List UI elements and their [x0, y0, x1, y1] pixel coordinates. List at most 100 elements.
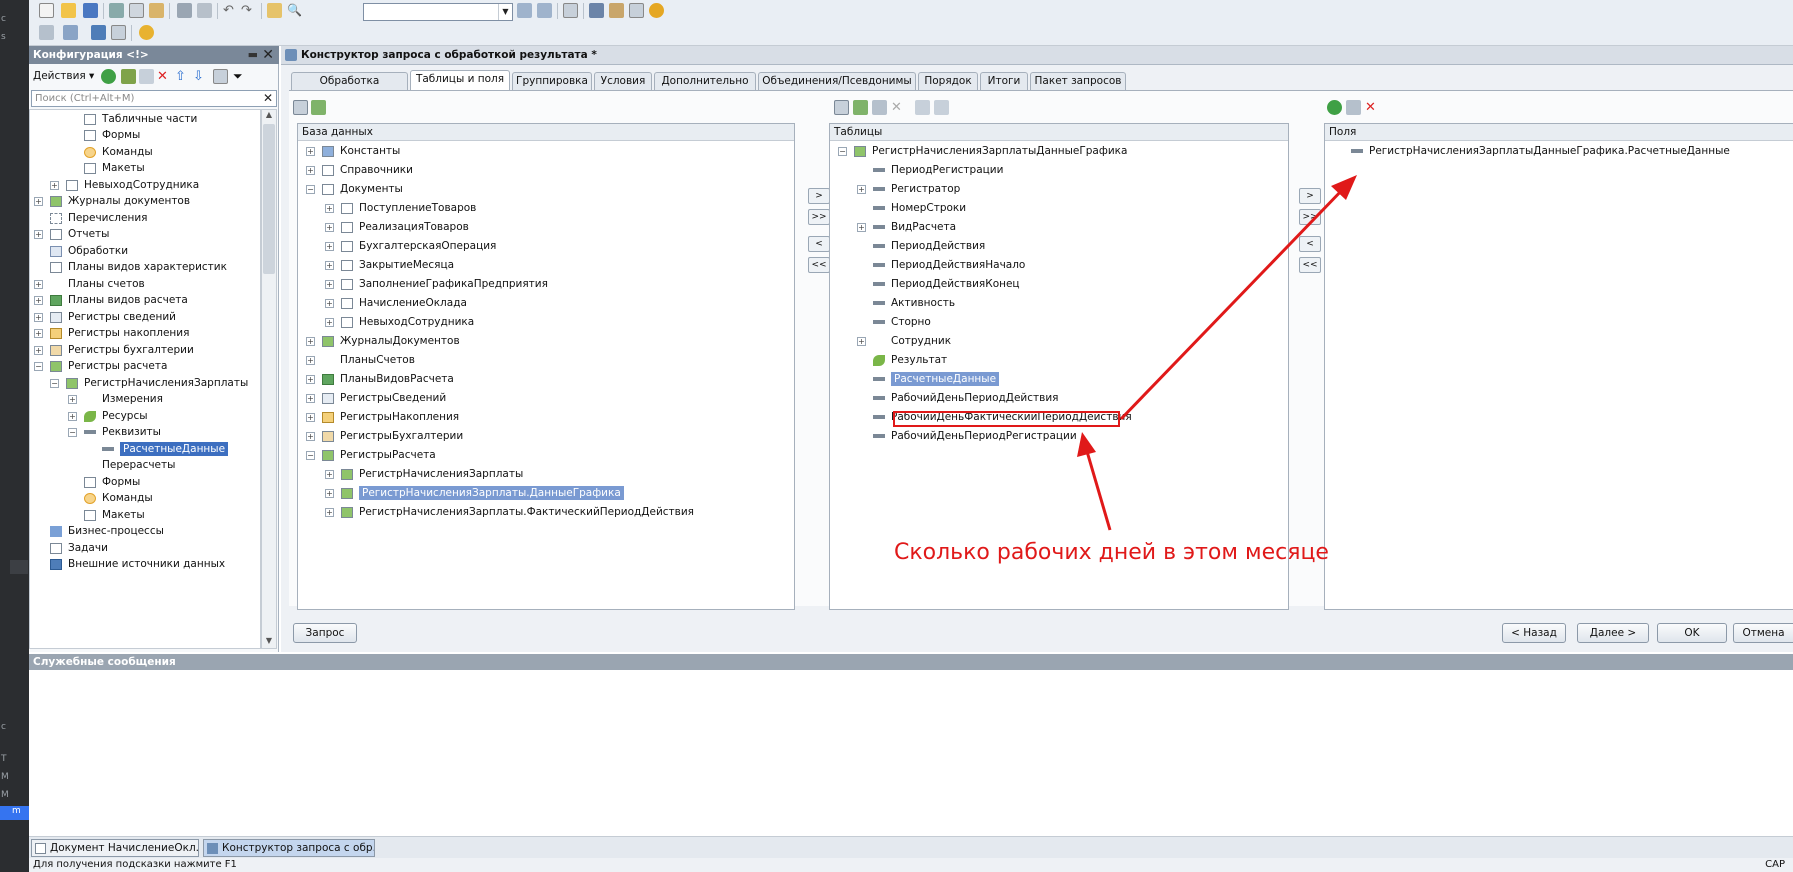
expand-icon[interactable]: + [34, 346, 43, 355]
undo-icon[interactable]: ↶ [223, 3, 238, 18]
db-tree-item[interactable]: + РегистрНачисленияЗарплаты.ДанныеГрафика [325, 484, 624, 503]
refresh-icon[interactable] [311, 100, 326, 115]
collapse-icon[interactable]: − [68, 428, 77, 437]
collapse-icon[interactable]: − [306, 185, 315, 194]
search-icon[interactable]: 🔍 [287, 3, 302, 18]
report-icon[interactable] [111, 25, 126, 40]
add-table-icon[interactable] [834, 100, 849, 115]
db-tree-item[interactable]: + ЗакрытиеМесяца [325, 256, 454, 275]
preview-icon[interactable] [197, 3, 212, 18]
expand-icon[interactable]: + [857, 185, 866, 194]
info-icon[interactable] [649, 3, 664, 18]
table-field-item[interactable]: ПериодДействияКонец [873, 275, 1020, 294]
expand-icon[interactable]: + [325, 318, 334, 327]
table-field-item[interactable]: Активность [873, 294, 955, 313]
open-table-icon[interactable] [293, 100, 308, 115]
table-field-item[interactable]: Результат [873, 351, 947, 370]
expand-icon[interactable]: + [306, 375, 315, 384]
copy-icon[interactable] [129, 3, 144, 18]
move-all-right-button[interactable]: >> [808, 209, 830, 225]
print-icon[interactable] [177, 3, 192, 18]
expand-icon[interactable]: + [857, 223, 866, 232]
expand-icon[interactable]: + [34, 280, 43, 289]
tree-item[interactable]: Внешние источники данных [50, 555, 225, 574]
tab-advanced[interactable]: Дополнительно [654, 72, 756, 90]
next-button[interactable]: Далее > [1577, 623, 1649, 643]
expand-icon[interactable]: + [306, 356, 315, 365]
expand-icon[interactable]: + [306, 166, 315, 175]
db-tree-item[interactable]: + БухгалтерскаяОперация [325, 237, 496, 256]
ok-button[interactable]: OK [1657, 623, 1727, 643]
collapse-icon[interactable]: − [306, 451, 315, 460]
move-up-icon[interactable]: ⇧ [175, 69, 190, 84]
search-input[interactable]: Поиск (Ctrl+Alt+M) ✕ [31, 90, 277, 107]
table-field-item[interactable]: РасчетныеДанные [873, 370, 1000, 389]
table-field-item[interactable]: ПериодРегистрации [873, 161, 1003, 180]
delete-icon[interactable]: ✕ [891, 100, 906, 115]
db-tree-item[interactable]: + РегистрыНакопления [306, 408, 459, 427]
expand-icon[interactable]: + [325, 280, 334, 289]
back-button[interactable]: < Назад [1502, 623, 1566, 643]
add-nested-query-icon[interactable] [853, 100, 868, 115]
expand-icon[interactable]: + [325, 204, 334, 213]
tab-totals[interactable]: Итоги [980, 72, 1028, 90]
move-all-left-button[interactable]: << [808, 257, 830, 273]
db-tree-item[interactable]: + ЖурналыДокументов [306, 332, 460, 351]
edit-icon[interactable] [1346, 100, 1361, 115]
db-tree-item[interactable]: + РегистрыСведений [306, 389, 446, 408]
db-tree-item[interactable]: + ПланыСчетов [306, 351, 415, 370]
expand-icon[interactable]: + [306, 432, 315, 441]
expand-icon[interactable]: + [34, 313, 43, 322]
tab-order[interactable]: Порядок [918, 72, 978, 90]
table-field-item[interactable]: РабочийДеньПериодРегистрации [873, 427, 1077, 446]
expand-icon[interactable]: + [306, 147, 315, 156]
expand-icon[interactable]: + [34, 230, 43, 239]
db-tree-item[interactable]: + РегистрНачисленияЗарплаты [325, 465, 523, 484]
task-document[interactable]: Документ НачислениеОкл... [31, 839, 199, 857]
tab-grouping[interactable]: Группировка [512, 72, 592, 90]
copy-icon[interactable] [139, 69, 154, 84]
filter-icon[interactable]: ⏷ [233, 69, 248, 84]
pin-icon[interactable]: ▬ [248, 46, 258, 64]
collapse-icon[interactable]: − [50, 379, 59, 388]
expand-icon[interactable]: + [325, 508, 334, 517]
edit-icon[interactable] [121, 69, 136, 84]
scroll-down-icon[interactable]: ▼ [263, 636, 275, 648]
db-tree-item[interactable]: + ЗаполнениеГрафикаПредприятия [325, 275, 548, 294]
expand-icon[interactable]: + [325, 223, 334, 232]
expand-icon[interactable]: + [68, 412, 77, 421]
move-right-button[interactable]: > [1299, 188, 1321, 204]
db-tree-item[interactable]: + РеализацияТоваров [325, 218, 469, 237]
calc-icon[interactable] [629, 3, 644, 18]
collapse-icon[interactable]: − [34, 362, 43, 371]
find-prev-icon[interactable] [537, 3, 552, 18]
save-icon[interactable] [83, 3, 98, 18]
search-combo-input[interactable]: ▼ [363, 3, 513, 21]
scroll-thumb[interactable] [263, 124, 275, 274]
expand-icon[interactable]: + [325, 489, 334, 498]
replace-table-icon[interactable] [915, 100, 930, 115]
collapse-icon[interactable]: − [838, 147, 847, 156]
tab-result-processing[interactable]: Обработка результата [291, 72, 408, 104]
find-in-file-icon[interactable] [267, 3, 282, 18]
table-field-item[interactable]: РабочийДеньПериодДействия [873, 389, 1058, 408]
table-field-item[interactable]: НомерСтроки [873, 199, 966, 218]
db-tree-item[interactable]: + Константы [306, 142, 400, 161]
table-field-item[interactable]: + ВидРасчета [857, 218, 956, 237]
move-all-right-button[interactable]: >> [1299, 209, 1321, 225]
expand-icon[interactable]: + [34, 329, 43, 338]
expand-icon[interactable]: + [50, 181, 59, 190]
expand-icon[interactable]: + [34, 296, 43, 305]
find-next-icon[interactable] [517, 3, 532, 18]
tree-scrollbar[interactable]: ▲ ▼ [261, 109, 277, 649]
expand-icon[interactable]: + [306, 413, 315, 422]
expand-icon[interactable]: + [34, 197, 43, 206]
table-field-item[interactable]: ПериодДействия [873, 237, 985, 256]
redo-icon[interactable]: ↷ [241, 3, 256, 18]
move-right-button[interactable]: > [808, 188, 830, 204]
table-field-item[interactable]: + Регистратор [857, 180, 960, 199]
expand-icon[interactable]: + [325, 261, 334, 270]
move-all-left-button[interactable]: << [1299, 257, 1321, 273]
chevron-down-icon[interactable]: ▼ [498, 4, 512, 20]
move-down-icon[interactable]: ⇩ [193, 69, 208, 84]
